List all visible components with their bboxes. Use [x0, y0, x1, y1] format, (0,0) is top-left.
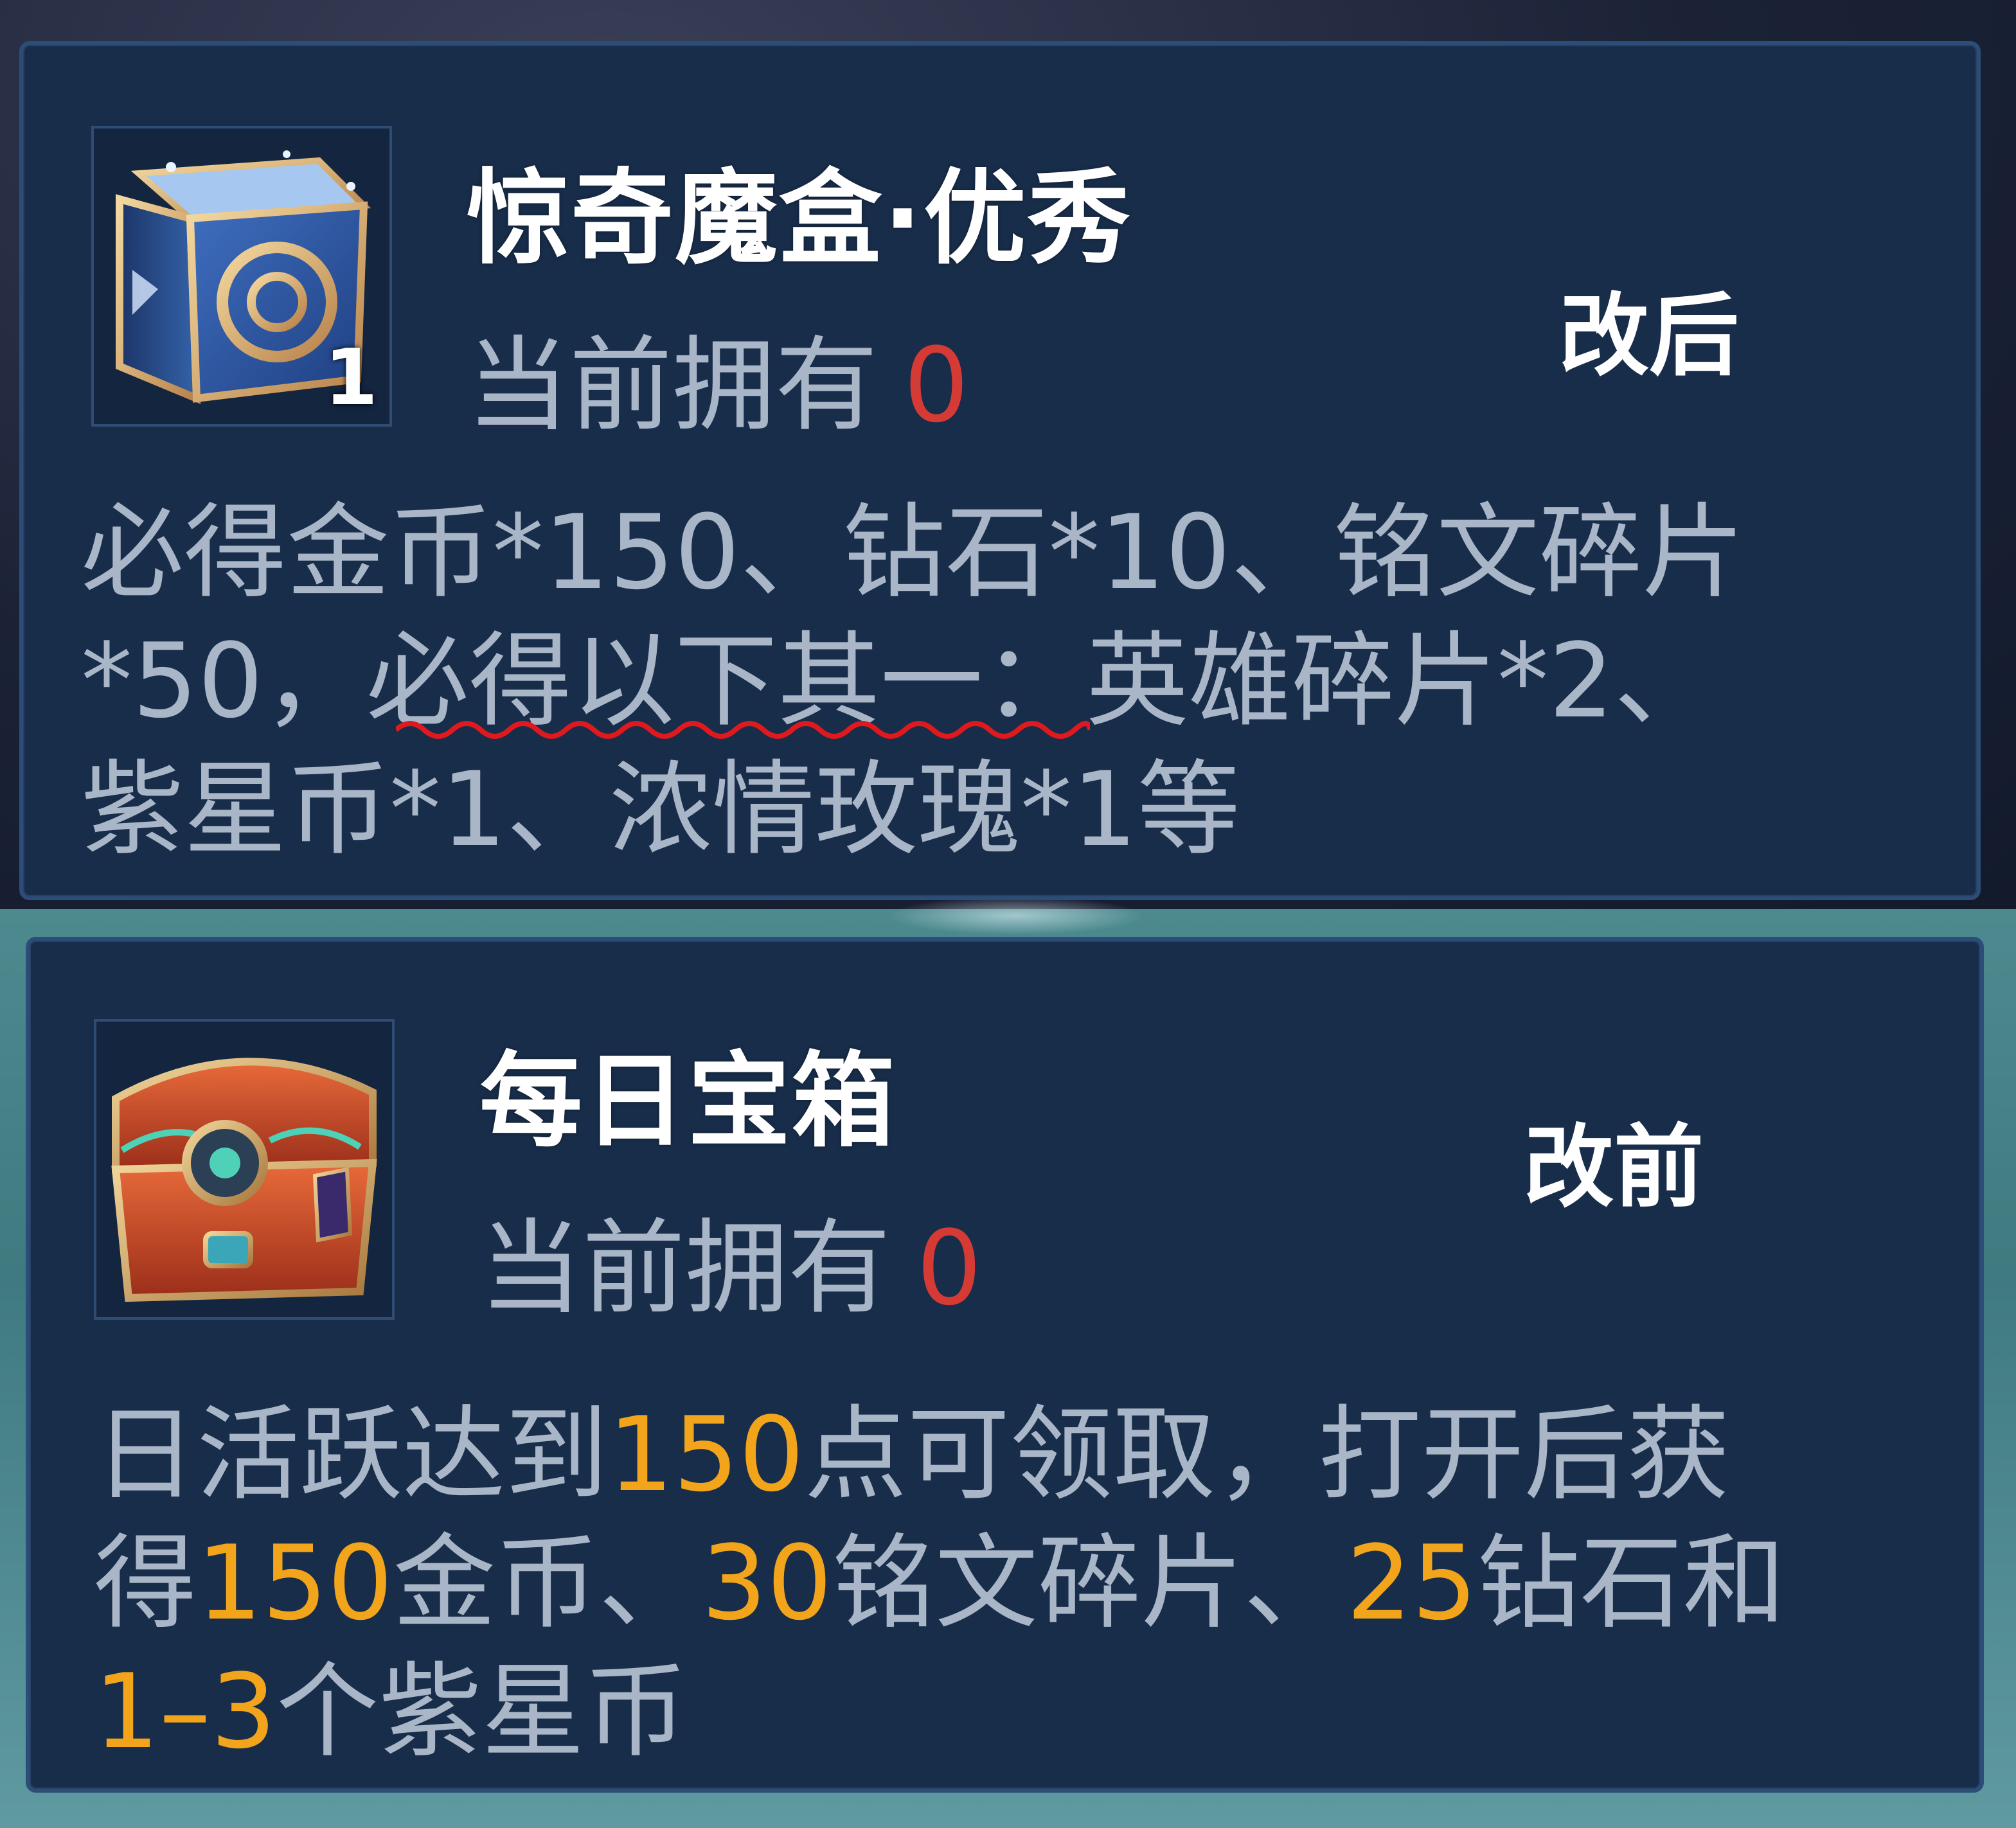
highlight-number: 30 [701, 1523, 833, 1643]
owned-value: 0 [904, 325, 969, 445]
desc-line-3: 1–3个紫星币 [94, 1647, 1786, 1776]
item-tooltip-before: 每日宝箱 当前拥有 0 改前 日活跃达到150点可领取，打开后获 得150金币、3… [26, 937, 1984, 1793]
owned-label: 当前拥有 [479, 1208, 891, 1328]
text: 钻石和 [1477, 1523, 1786, 1643]
before-tag: 改前 [1524, 1115, 1704, 1220]
desc-line-1: 日活跃达到150点可领取，打开后获 [94, 1390, 1786, 1519]
item-title: 惊奇魔盒·优秀 [467, 158, 1132, 278]
item-title: 每日宝箱 [479, 1041, 896, 1161]
highlight-number: 150 [197, 1523, 393, 1643]
owned-value: 0 [916, 1208, 982, 1328]
text: 日活跃达到 [94, 1394, 609, 1514]
highlight-number: 1–3 [94, 1651, 276, 1771]
text: 点可领取，打开后获 [804, 1394, 1730, 1514]
item-tooltip-after: 1 惊奇魔盒·优秀 当前拥有 0 改后 必得金币*150、钻石*10、铭文碎片 *… [19, 41, 1981, 900]
desc-line-2: 得150金币、30铭文碎片、25钻石和 [94, 1519, 1786, 1647]
text: 铭文碎片、 [832, 1523, 1347, 1643]
desc-line-1: 必得金币*150、钻石*10、铭文碎片 [81, 492, 1745, 612]
owned-label: 当前拥有 [467, 325, 879, 445]
item-count-badge: 1 [324, 333, 379, 423]
item-description: 日活跃达到150点可领取，打开后获 得150金币、30铭文碎片、25钻石和 1–… [94, 1390, 1786, 1776]
owned-count: 当前拥有 0 [467, 302, 969, 451]
text: 个紫星币 [276, 1651, 688, 1771]
desc-line-2-c: ：英雄碎片*2、 [983, 621, 1717, 741]
treasure-chest-icon [111, 1058, 377, 1302]
divider-glow [887, 896, 1144, 935]
highlight-number: 150 [608, 1394, 805, 1514]
owned-count: 当前拥有 0 [479, 1185, 982, 1334]
item-description: 必得金币*150、钻石*10、铭文碎片 *50，必得以下其一：英雄碎片*2、 紫… [81, 488, 1745, 874]
after-tag: 改后 [1559, 284, 1740, 389]
highlight-number: 25 [1346, 1523, 1477, 1643]
desc-line-3: 紫星币*1、浓情玫瑰*1等 [81, 749, 1240, 869]
wavy-underline [396, 721, 1090, 739]
item-frame[interactable]: 1 [91, 126, 392, 427]
desc-line-2-a: *50， [81, 621, 366, 741]
text: 得 [94, 1523, 197, 1643]
item-frame[interactable] [94, 1019, 395, 1320]
text: 金币、 [393, 1523, 702, 1643]
